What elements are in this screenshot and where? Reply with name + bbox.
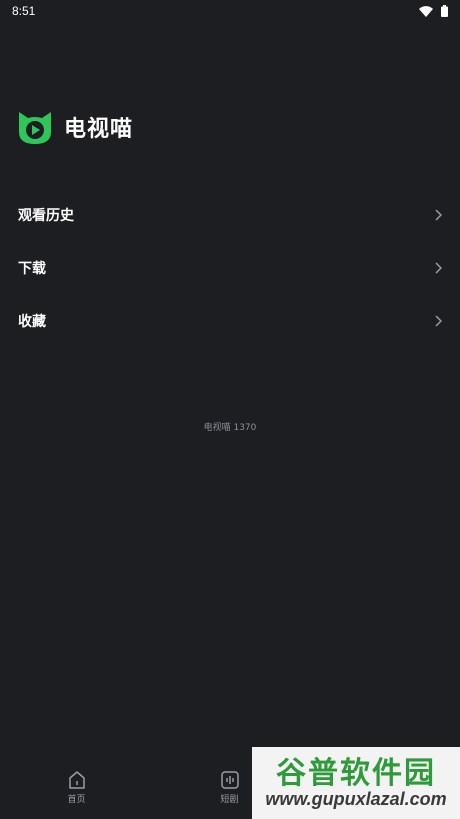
- watermark-url: www.gupuxlazal.com: [265, 788, 447, 809]
- menu-item-download[interactable]: 下载: [0, 241, 460, 294]
- tab-short-drama-label: 短剧: [220, 794, 239, 805]
- tab-home[interactable]: 首页: [0, 755, 153, 819]
- chevron-right-icon: [435, 314, 442, 327]
- app-name: 电视喵: [64, 117, 134, 142]
- status-icons: [419, 5, 448, 17]
- chevron-right-icon: [435, 208, 442, 221]
- menu-item-label: 下载: [18, 260, 46, 277]
- menu-item-watch-history[interactable]: 观看历史: [0, 188, 460, 241]
- battery-icon: [441, 5, 448, 17]
- home-icon: [68, 770, 85, 789]
- menu-list: 观看历史 下载 收藏: [0, 188, 460, 347]
- menu-item-favorites[interactable]: 收藏: [0, 294, 460, 347]
- app-version: 电视喵 1370: [203, 423, 257, 433]
- brand-header: 电视喵: [16, 108, 133, 146]
- watermark-title: 谷普软件园: [276, 755, 436, 791]
- tab-home-label: 首页: [67, 794, 86, 805]
- menu-item-label: 收藏: [18, 313, 46, 330]
- cat-play-logo-icon: [19, 112, 51, 144]
- status-bar: 8:51: [0, 0, 460, 22]
- wifi-icon: [419, 5, 433, 17]
- menu-item-label: 观看历史: [18, 207, 74, 224]
- watermark: 谷普软件园 www.gupuxlazal.com: [252, 747, 460, 819]
- status-time: 8:51: [12, 4, 36, 18]
- short-drama-icon: [220, 770, 239, 789]
- chevron-right-icon: [435, 261, 442, 274]
